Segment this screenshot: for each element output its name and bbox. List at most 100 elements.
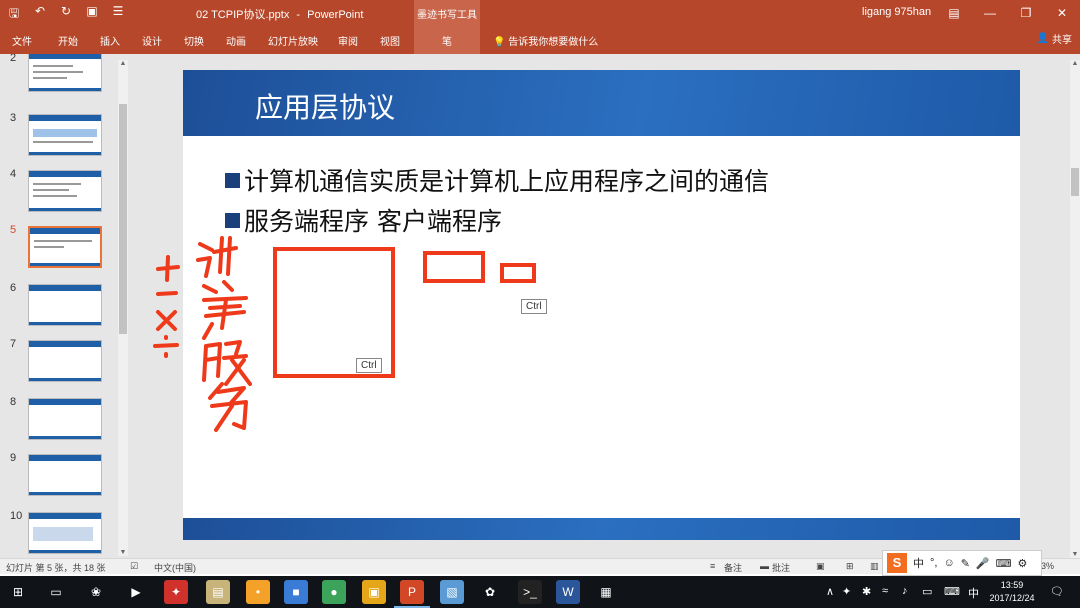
app-notebook-icon[interactable]: ▤: [206, 580, 230, 604]
restore-icon[interactable]: ❐: [1008, 0, 1044, 26]
system-clock[interactable]: 13:59 2017/12/24: [986, 579, 1038, 605]
terminal-icon[interactable]: >_: [518, 580, 542, 604]
app-video-icon[interactable]: ▶: [124, 580, 148, 604]
ctrl-tooltip: Ctrl: [356, 358, 382, 373]
thumbnail-slide: [28, 114, 102, 156]
scroll-down-icon[interactable]: ▼: [1070, 551, 1080, 558]
scrollbar-thumb[interactable]: [1071, 168, 1079, 196]
app-green-icon[interactable]: ●: [322, 580, 346, 604]
app-notepad-icon[interactable]: ▧: [440, 580, 464, 604]
comments-button[interactable]: 批注: [772, 561, 790, 574]
sogou-logo-icon[interactable]: S: [887, 553, 907, 573]
keyboard-tray-icon[interactable]: ⌨: [944, 585, 960, 598]
tab-slideshow[interactable]: 幻灯片放映: [268, 33, 318, 48]
share-button[interactable]: 👤 共享: [1037, 31, 1072, 46]
present-icon[interactable]: ▣: [84, 4, 100, 25]
thumbnail-3[interactable]: 3: [0, 110, 118, 160]
start-icon[interactable]: ⊞: [6, 580, 30, 604]
undo-icon[interactable]: ↶: [32, 4, 48, 25]
task-view-icon[interactable]: ▭: [44, 580, 68, 604]
keyboard-icon[interactable]: ⌨: [996, 557, 1012, 570]
tab-animations[interactable]: 动画: [226, 33, 246, 48]
settings-icon[interactable]: ⚙: [1018, 557, 1028, 570]
scroll-up-icon[interactable]: ▲: [1070, 60, 1080, 67]
thumbnail-5[interactable]: 5: [0, 222, 118, 272]
tab-design[interactable]: 设计: [142, 33, 162, 48]
scroll-up-icon[interactable]: ▲: [118, 60, 128, 67]
tray-ime-mode[interactable]: 中: [968, 585, 979, 601]
language-indicator[interactable]: 中文(中国): [154, 561, 196, 574]
minimize-icon[interactable]: —: [972, 0, 1008, 26]
volume-icon[interactable]: ♪: [902, 585, 908, 597]
scroll-down-icon[interactable]: ▼: [118, 549, 128, 556]
clock-time: 13:59: [1000, 580, 1024, 590]
thumbnail-slide: [28, 54, 102, 92]
app-orange-icon[interactable]: •: [246, 580, 270, 604]
normal-view-icon[interactable]: ▣: [816, 561, 825, 572]
thumbnail-6[interactable]: 6: [0, 280, 118, 330]
thumbnail-9[interactable]: 9: [0, 450, 118, 500]
thumb-footer-bar: [29, 378, 101, 381]
emoji-icon[interactable]: ☺: [943, 557, 954, 569]
thumbnail-10[interactable]: 10: [0, 508, 118, 558]
tab-file[interactable]: 文件: [12, 33, 32, 48]
tell-me-box[interactable]: 💡 告诉我你想要做什么: [493, 33, 598, 48]
wifi-icon[interactable]: ≈: [882, 585, 888, 597]
ink-rectangle-small[interactable]: [500, 263, 536, 283]
slide-canvas[interactable]: 应用层协议 计算机通信实质是计算机上应用程序之间的通信 服务端程序 客户端程序 …: [183, 70, 1020, 540]
customize-qat-icon[interactable]: ☰: [110, 4, 126, 25]
bullet-2[interactable]: 服务端程序 客户端程序: [225, 202, 502, 238]
app-paint-icon[interactable]: ✿: [478, 580, 502, 604]
word-icon[interactable]: W: [556, 580, 580, 604]
tab-review[interactable]: 审阅: [338, 33, 358, 48]
close-icon[interactable]: ✕: [1044, 0, 1080, 26]
thumb-title-bar: [30, 228, 100, 234]
file-name: 02 TCPIP协议.pptx: [196, 9, 290, 21]
user-name[interactable]: ligang 975han: [862, 6, 931, 18]
battery-icon[interactable]: ▭: [922, 585, 932, 598]
app-yellow-icon[interactable]: ▣: [362, 580, 386, 604]
app-folder-icon[interactable]: ■: [284, 580, 308, 604]
thumbnail-2[interactable]: 2: [0, 54, 118, 104]
scrollbar-thumb[interactable]: [119, 104, 127, 334]
pen-icon[interactable]: ✎: [961, 557, 970, 570]
powerpoint-icon[interactable]: P: [400, 580, 424, 604]
ime-toolbar[interactable]: S 中 °, ☺ ✎ 🎤 ⌨ ⚙: [882, 550, 1042, 576]
thumbnails-scrollbar[interactable]: ▲ ▼: [118, 60, 128, 556]
tab-view[interactable]: 视图: [380, 33, 400, 48]
thumbnail-4[interactable]: 4: [0, 166, 118, 216]
ribbon-display-icon[interactable]: ▤: [936, 0, 972, 26]
save-icon[interactable]: 🖫: [6, 4, 22, 25]
redo-icon[interactable]: ↻: [58, 4, 74, 25]
slide-scrollbar[interactable]: ▲ ▼: [1070, 60, 1080, 558]
bullet-1[interactable]: 计算机通信实质是计算机上应用程序之间的通信: [225, 162, 769, 198]
tab-pen[interactable]: 笔: [414, 26, 480, 54]
thumb-footer-bar: [29, 550, 101, 553]
tab-home[interactable]: 开始: [58, 33, 78, 48]
tray-chevron-icon[interactable]: ∧: [826, 585, 834, 598]
notes-button[interactable]: 备注: [724, 561, 742, 574]
mic-icon[interactable]: 🎤: [976, 557, 990, 570]
tray-app-icon[interactable]: ✦: [842, 585, 851, 598]
notifications-icon[interactable]: 🗨: [1050, 585, 1064, 598]
thumbnail-8[interactable]: 8: [0, 394, 118, 444]
slide-title[interactable]: 应用层协议: [255, 86, 395, 126]
slide-sorter-icon[interactable]: ⊞: [846, 561, 854, 572]
ink-rectangle-medium[interactable]: [423, 251, 485, 283]
contextual-tab-group: 墨迹书写工具: [414, 0, 480, 26]
spellcheck-icon[interactable]: ☑: [130, 561, 138, 572]
tab-transitions[interactable]: 切换: [184, 33, 204, 48]
thumb-text-line: [34, 246, 64, 248]
punctuation-icon[interactable]: °,: [930, 557, 937, 569]
calculator-icon[interactable]: ▦: [594, 580, 618, 604]
thumbnail-slide: [28, 340, 102, 382]
reading-view-icon[interactable]: ▥: [870, 561, 879, 572]
tab-insert[interactable]: 插入: [100, 33, 120, 48]
app-red-icon[interactable]: ✦: [164, 580, 188, 604]
ime-mode[interactable]: 中: [913, 555, 924, 571]
thumbnail-7[interactable]: 7: [0, 336, 118, 386]
app-fan-icon[interactable]: ❀: [84, 580, 108, 604]
thumb-title-bar: [29, 285, 101, 291]
thumbnail-slide: [28, 512, 102, 554]
bluetooth-icon[interactable]: ✱: [862, 585, 871, 598]
